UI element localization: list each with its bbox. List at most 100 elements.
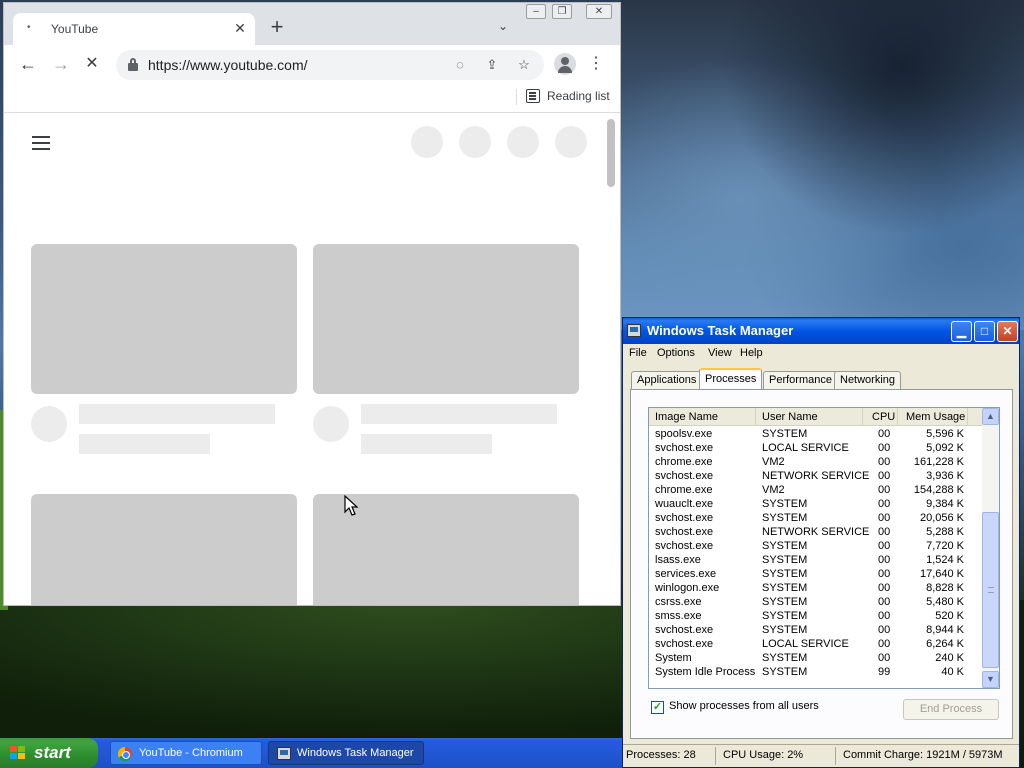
task-manager-titlebar[interactable]: Windows Task Manager ▁ □ ✕ bbox=[623, 318, 1019, 344]
process-cpu: 00 bbox=[878, 498, 891, 510]
skeleton-meta-line bbox=[79, 434, 210, 454]
process-image-name: chrome.exe bbox=[655, 484, 713, 496]
scroll-thumb[interactable] bbox=[982, 512, 999, 668]
menu-options[interactable]: Options bbox=[657, 347, 695, 359]
share-icon[interactable]: ⇪ bbox=[482, 55, 502, 75]
table-row[interactable]: System Idle Process SYSTEM 99 40 K bbox=[649, 665, 982, 679]
process-image-name: svchost.exe bbox=[655, 470, 714, 482]
table-row[interactable]: chrome.exe VM2 00 154,288 K bbox=[649, 483, 982, 497]
chromium-window: • YouTube ✕ + ⌄ – ❐ ✕ ← → ✕ https://www.… bbox=[3, 2, 621, 606]
column-user-name[interactable]: User Name bbox=[756, 408, 863, 426]
skeleton-avatar bbox=[31, 406, 67, 442]
close-window-button[interactable]: ✕ bbox=[586, 4, 612, 19]
stop-loading-button[interactable]: ✕ bbox=[81, 53, 103, 75]
process-image-name: svchost.exe bbox=[655, 512, 714, 524]
process-image-name: svchost.exe bbox=[655, 624, 714, 636]
process-cpu: 00 bbox=[878, 456, 891, 468]
tab-youtube[interactable]: • YouTube ✕ bbox=[13, 13, 255, 45]
process-cpu: 00 bbox=[878, 428, 891, 440]
status-bar: Processes: 28 CPU Usage: 2% Commit Charg… bbox=[623, 744, 1019, 767]
process-user-name: SYSTEM bbox=[762, 582, 808, 594]
process-mem-usage: 9,384 K bbox=[926, 498, 964, 510]
process-image-name: chrome.exe bbox=[655, 456, 713, 468]
table-row[interactable]: svchost.exe LOCAL SERVICE 00 5,092 K bbox=[649, 441, 982, 455]
table-row[interactable]: lsass.exe SYSTEM 00 1,524 K bbox=[649, 553, 982, 567]
table-row[interactable]: svchost.exe LOCAL SERVICE 00 6,264 K bbox=[649, 637, 982, 651]
maximize-button[interactable]: □ bbox=[974, 321, 995, 342]
table-row[interactable]: chrome.exe VM2 00 161,228 K bbox=[649, 455, 982, 469]
minimize-button[interactable]: ▁ bbox=[951, 321, 972, 342]
process-mem-usage: 154,288 K bbox=[913, 484, 964, 496]
column-image-name[interactable]: Image Name bbox=[649, 408, 756, 426]
start-button[interactable]: start bbox=[0, 738, 98, 768]
lock-icon[interactable] bbox=[128, 58, 138, 71]
desktop-wallpaper-sky bbox=[620, 0, 1024, 330]
close-button[interactable]: ✕ bbox=[997, 321, 1018, 342]
bookmark-star-icon[interactable]: ☆ bbox=[514, 55, 534, 75]
task-manager-window: Windows Task Manager ▁ □ ✕ File Options … bbox=[622, 317, 1020, 768]
tab-applications[interactable]: Applications bbox=[631, 371, 703, 390]
forward-button[interactable]: → bbox=[50, 53, 72, 75]
back-button[interactable]: ← bbox=[17, 53, 39, 75]
table-row[interactable]: wuauclt.exe SYSTEM 00 9,384 K bbox=[649, 497, 982, 511]
process-user-name: NETWORK SERVICE bbox=[762, 470, 870, 482]
process-mem-usage: 1,524 K bbox=[926, 554, 964, 566]
table-row[interactable]: svchost.exe NETWORK SERVICE 00 3,936 K bbox=[649, 469, 982, 483]
restore-button[interactable]: ❐ bbox=[552, 4, 572, 19]
process-list-scrollbar[interactable]: ▲ ▼ bbox=[982, 408, 999, 688]
table-row[interactable]: svchost.exe SYSTEM 00 8,944 K bbox=[649, 623, 982, 637]
scroll-up-icon[interactable]: ▲ bbox=[982, 408, 999, 425]
close-tab-icon[interactable]: ✕ bbox=[231, 19, 249, 37]
reading-list-button[interactable]: Reading list bbox=[547, 89, 610, 103]
taskbar-item-chromium[interactable]: YouTube - Chromium bbox=[110, 741, 262, 765]
table-row[interactable]: services.exe SYSTEM 00 17,640 K bbox=[649, 567, 982, 581]
end-process-button[interactable]: End Process bbox=[903, 699, 999, 720]
menu-help[interactable]: Help bbox=[740, 347, 763, 359]
process-mem-usage: 240 K bbox=[935, 652, 964, 664]
scroll-down-icon[interactable]: ▼ bbox=[982, 671, 999, 688]
taskbar-item-label: YouTube - Chromium bbox=[139, 747, 243, 759]
process-cpu: 00 bbox=[878, 568, 891, 580]
profile-avatar-icon[interactable] bbox=[554, 53, 576, 75]
browser-toolbar: ← → ✕ https://www.youtube.com/ ◌ ⇪ ☆ ⋮ bbox=[4, 45, 620, 83]
start-label: start bbox=[34, 743, 71, 762]
table-row[interactable]: svchost.exe SYSTEM 00 7,720 K bbox=[649, 539, 982, 553]
minimize-button[interactable]: – bbox=[526, 4, 546, 19]
reading-list-icon[interactable] bbox=[526, 89, 540, 103]
page-content bbox=[4, 114, 620, 605]
browser-menu-icon[interactable]: ⋮ bbox=[588, 53, 604, 75]
process-list[interactable]: Image Name User Name CPU Mem Usage spool… bbox=[648, 407, 1000, 689]
column-cpu[interactable]: CPU bbox=[863, 408, 898, 426]
process-cpu: 00 bbox=[878, 512, 891, 524]
show-all-processes-label[interactable]: Show processes from all users bbox=[669, 700, 819, 712]
process-mem-usage: 6,264 K bbox=[926, 638, 964, 650]
table-row[interactable]: csrss.exe SYSTEM 00 5,480 K bbox=[649, 595, 982, 609]
table-row[interactable]: winlogon.exe SYSTEM 00 8,828 K bbox=[649, 581, 982, 595]
process-image-name: wuauclt.exe bbox=[655, 498, 714, 510]
url-text[interactable]: https://www.youtube.com/ bbox=[148, 57, 308, 73]
tab-networking[interactable]: Networking bbox=[834, 371, 902, 390]
page-scrollbar[interactable] bbox=[607, 119, 615, 187]
taskbar-item-task-manager[interactable]: Windows Task Manager bbox=[268, 741, 424, 765]
tab-search-chevron-icon[interactable]: ⌄ bbox=[494, 19, 512, 37]
new-tab-button[interactable]: + bbox=[266, 16, 288, 39]
table-row[interactable]: svchost.exe SYSTEM 00 20,056 K bbox=[649, 511, 982, 525]
hamburger-menu-icon[interactable] bbox=[32, 134, 52, 150]
column-mem-usage[interactable]: Mem Usage bbox=[898, 408, 968, 426]
table-row[interactable]: smss.exe SYSTEM 00 520 K bbox=[649, 609, 982, 623]
table-row[interactable]: spoolsv.exe SYSTEM 00 5,596 K bbox=[649, 427, 982, 441]
menu-file[interactable]: File bbox=[629, 347, 647, 359]
skeleton-header-icon bbox=[459, 126, 491, 158]
tab-performance[interactable]: Performance bbox=[763, 371, 838, 390]
table-row[interactable]: svchost.exe NETWORK SERVICE 00 5,288 K bbox=[649, 525, 982, 539]
process-cpu: 00 bbox=[878, 638, 891, 650]
show-all-processes-checkbox[interactable]: ✓ bbox=[651, 701, 664, 714]
process-list-header: Image Name User Name CPU Mem Usage bbox=[649, 408, 982, 426]
address-bar[interactable]: https://www.youtube.com/ ◌ ⇪ ☆ bbox=[116, 50, 544, 80]
tab-processes[interactable]: Processes bbox=[699, 368, 763, 390]
table-row[interactable]: System SYSTEM 00 240 K bbox=[649, 651, 982, 665]
eye-slash-icon[interactable]: ◌ bbox=[450, 55, 470, 75]
process-image-name: services.exe bbox=[655, 568, 717, 580]
skeleton-title-line bbox=[79, 404, 275, 424]
menu-view[interactable]: View bbox=[708, 347, 732, 359]
